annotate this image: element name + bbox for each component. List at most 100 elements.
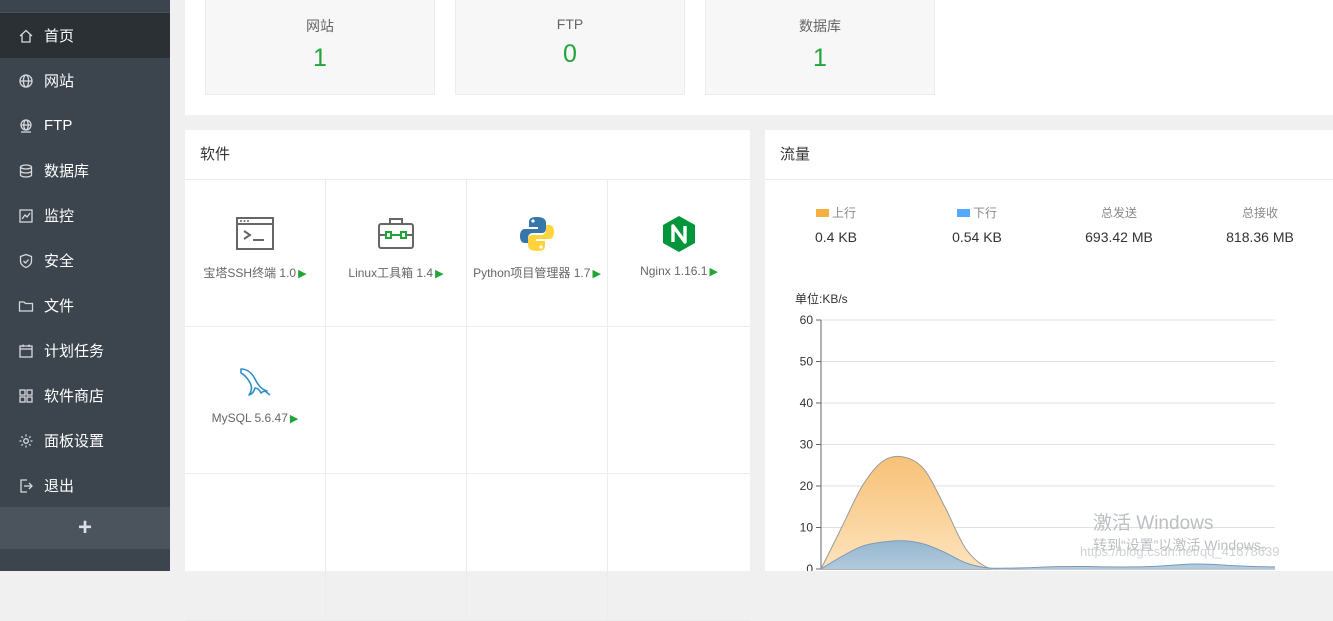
sidebar-item-label: 退出 [44, 478, 75, 495]
globe-icon [17, 72, 35, 90]
stat-label: 网站 [306, 18, 334, 34]
stat-card-website[interactable]: 网站 1 [205, 0, 435, 95]
add-menu-button[interactable]: + [0, 507, 170, 549]
database-icon [17, 162, 35, 180]
y-tick-label: 0 [806, 562, 813, 571]
nginx-icon [659, 214, 699, 254]
traffic-stat-download: 下行 0.54 KB [917, 204, 1037, 245]
sidebar-item-label: 文件 [44, 298, 75, 315]
python-icon [517, 214, 557, 254]
software-item-nginx[interactable]: Nginx 1.16.1 ▶ [608, 180, 750, 327]
y-tick-label: 20 [800, 479, 814, 493]
gear-icon [17, 432, 35, 450]
sidebar-item-monitor[interactable]: 监控 [0, 193, 170, 238]
traffic-stat-label: 下行 [972, 206, 997, 220]
traffic-stat-total-sent: 总发送 693.42 MB [1059, 204, 1179, 245]
home-icon [17, 27, 35, 45]
software-empty-slot [326, 327, 467, 474]
sidebar-item-label: 软件商店 [44, 388, 105, 405]
sidebar-item-label: 监控 [44, 208, 75, 225]
stat-card-database[interactable]: 数据库 1 [705, 0, 935, 95]
y-tick-label: 30 [800, 438, 814, 452]
y-tick-label: 40 [800, 396, 814, 410]
stat-value[interactable]: 1 [706, 44, 934, 73]
stat-label: FTP [556, 16, 584, 32]
calendar-icon [17, 342, 35, 360]
y-tick-label: 50 [800, 355, 814, 369]
software-item-linux-toolbox[interactable]: Linux工具箱 1.4 ▶ [326, 180, 467, 327]
software-empty-slot [185, 474, 326, 621]
sidebar-item-home[interactable]: 首页 [0, 13, 170, 58]
stat-label: 数据库 [799, 18, 841, 34]
traffic-stat-value: 818.36 MB [1226, 229, 1294, 245]
software-empty-slot [608, 474, 750, 621]
grid-icon [17, 387, 35, 405]
software-name: Linux工具箱 1.4 [348, 266, 434, 280]
software-empty-slot [326, 474, 467, 621]
software-item-mysql[interactable]: MySQL 5.6.47 ▶ [185, 327, 326, 474]
download-legend-swatch [956, 209, 970, 217]
sidebar-item-calendar[interactable]: 计划任务 [0, 328, 170, 373]
traffic-stat-total-received: 总接收 818.36 MB [1200, 204, 1320, 245]
traffic-stat-value: 693.42 MB [1085, 229, 1153, 245]
stat-value[interactable]: 0 [456, 40, 684, 69]
software-panel: 软件 宝塔SSH终端 1.0 ▶ Linux工具箱 1.4 ▶ Python项目… [185, 130, 750, 621]
play-icon[interactable]: ▶ [709, 266, 717, 278]
stat-card-ftp[interactable]: FTP 0 [455, 0, 685, 95]
sidebar-item-ftp-globe[interactable]: FTP [0, 103, 170, 148]
sidebar-item-shield[interactable]: 安全 [0, 238, 170, 283]
activation-watermark-title: 激活 Windows [1093, 513, 1214, 534]
sidebar-item-folder[interactable]: 文件 [0, 283, 170, 328]
traffic-stats: 上行 0.4 KB 下行 0.54 KB 总发送 693.42 MB 总接收 8… [765, 204, 1333, 254]
traffic-stat-value: 0.4 KB [814, 229, 858, 245]
software-name: MySQL 5.6.47 [211, 411, 288, 425]
play-icon[interactable]: ▶ [298, 268, 306, 280]
sidebar-top-strip [0, 0, 170, 13]
sidebar-item-label: 计划任务 [44, 343, 105, 360]
traffic-stat-label: 上行 [831, 206, 856, 220]
software-empty-slot [608, 327, 750, 474]
software-item-python[interactable]: Python项目管理器 1.7 ▶ [467, 180, 608, 327]
software-empty-slot [467, 474, 608, 621]
logout-icon [17, 477, 35, 495]
play-icon[interactable]: ▶ [290, 413, 298, 425]
play-icon[interactable]: ▶ [592, 268, 600, 280]
software-panel-title: 软件 [185, 130, 750, 180]
stats-panel: 网站 1 FTP 0 数据库 1 [185, 0, 1333, 115]
sidebar-item-globe[interactable]: 网站 [0, 58, 170, 103]
traffic-stat-label: 总发送 [1100, 206, 1137, 220]
sidebar-item-grid[interactable]: 软件商店 [0, 373, 170, 418]
sidebar: 首页网站 FTP 数据库监控安全文件计划任务软件商店面板设置退出 + [0, 0, 170, 571]
monitor-icon [17, 207, 35, 225]
shield-icon [17, 252, 35, 270]
ftp-globe-icon [17, 117, 35, 135]
traffic-chart: 0 10 20 30 40 50 60 [800, 313, 1276, 571]
traffic-stat-value: 0.54 KB [952, 229, 1002, 245]
sidebar-item-label: 安全 [44, 253, 75, 270]
mysql-icon [235, 361, 275, 401]
software-item-ssh[interactable]: 宝塔SSH终端 1.0 ▶ [185, 180, 326, 327]
software-empty-slot [467, 327, 608, 474]
software-name: Python项目管理器 1.7 [473, 266, 591, 280]
traffic-panel: 流量 上行 0.4 KB 下行 0.54 KB 总发送 693.42 MB 总接… [765, 130, 1333, 571]
sidebar-item-label: FTP [44, 117, 73, 134]
sidebar-item-gear[interactable]: 面板设置 [0, 418, 170, 463]
sidebar-nav: 首页网站 FTP 数据库监控安全文件计划任务软件商店面板设置退出 [0, 13, 170, 508]
sidebar-item-database[interactable]: 数据库 [0, 148, 170, 193]
software-name: Nginx 1.16.1 [640, 264, 708, 278]
upload-legend-swatch [815, 209, 829, 217]
software-name: 宝塔SSH终端 1.0 [203, 266, 297, 280]
y-tick-label: 60 [800, 313, 814, 327]
sidebar-item-logout[interactable]: 退出 [0, 463, 170, 508]
folder-icon [17, 297, 35, 315]
traffic-stat-upload: 上行 0.4 KB [776, 204, 896, 245]
y-tick-label: 10 [800, 521, 814, 535]
stat-value[interactable]: 1 [206, 44, 434, 73]
play-icon[interactable]: ▶ [435, 268, 443, 280]
toolbox-icon [376, 214, 416, 254]
sidebar-item-label: 首页 [44, 28, 75, 45]
sidebar-item-label: 网站 [44, 73, 75, 90]
activation-watermark-hint: 转到“设置”以激活 Windows。 [1093, 537, 1276, 553]
traffic-panel-title: 流量 [765, 130, 1333, 180]
sidebar-item-label: 面板设置 [44, 433, 105, 450]
